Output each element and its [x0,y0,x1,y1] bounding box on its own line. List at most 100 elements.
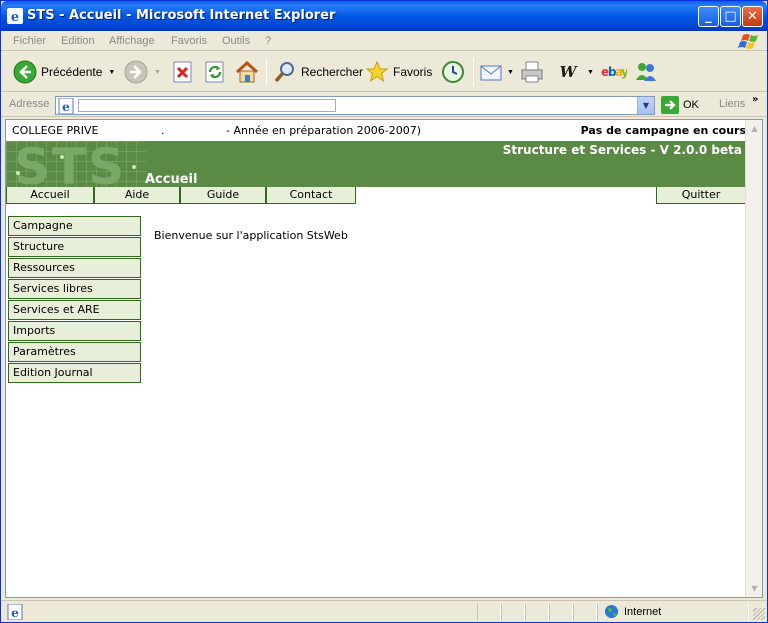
refresh-button[interactable] [204,57,226,87]
zone-label: Internet [624,605,662,618]
menu-outils[interactable]: Outils [222,35,250,47]
search-icon [274,62,294,83]
resize-grip-icon[interactable] [753,608,765,620]
favorites-button[interactable]: Favoris [365,57,432,87]
address-field[interactable]: e ▼ [55,96,655,115]
svg-text:e: e [11,606,19,620]
quit-button[interactable]: Quitter [656,187,746,204]
menu-fichier[interactable]: Fichier [13,35,46,47]
windows-logo-icon [738,34,758,49]
address-bar: Adresse e ▼ OK Liens » [1,93,767,117]
word-dropdown-icon[interactable]: ▼ [587,69,594,76]
header-banner: STS Structure et Services - V 2.0.0 beta… [6,141,746,187]
page-icon: e [58,98,74,114]
forward-dropdown-icon[interactable]: ▼ [154,69,161,76]
search-label: Rechercher [301,65,364,79]
app-version: Structure et Services - V 2.0.0 beta [502,143,742,157]
side-menu: Campagne Structure Ressources Services l… [8,216,141,384]
messenger-icon [636,63,656,81]
status-cell [477,603,501,621]
history-icon [442,61,464,83]
search-button[interactable]: Rechercher [273,57,363,87]
maximize-button[interactable]: □ [720,6,741,27]
svg-text:e: e [11,10,19,24]
banner-dot-decoration [132,165,136,169]
side-menu-imports[interactable]: Imports [8,321,141,341]
menu-help[interactable]: ? [265,35,271,47]
web-page: COLLEGE PRIVE . - Année en préparation 2… [6,120,746,597]
college-name: COLLEGE PRIVE [12,124,99,137]
print-button[interactable] [519,57,545,87]
banner-dot-decoration [60,155,64,159]
info-row: COLLEGE PRIVE . - Année en préparation 2… [6,120,746,140]
nav-contact[interactable]: Contact [266,187,356,204]
banner-dot-decoration [16,171,20,175]
home-icon [235,60,259,83]
welcome-message: Bienvenue sur l'application StsWeb [154,229,348,242]
address-label: Adresse [9,98,50,110]
nav-accueil[interactable]: Accueil [6,187,94,204]
top-nav: Accueil Aide Guide Contact Quitter [6,187,746,204]
mail-icon [480,65,502,81]
ebay-button[interactable]: e b a y [601,57,627,87]
svg-text:y: y [621,65,627,79]
side-menu-edition-journal[interactable]: Edition Journal [8,363,141,383]
minimize-button[interactable]: _ [698,6,719,27]
back-arrow-icon [13,60,37,84]
toolbar-separator [266,58,267,86]
mail-dropdown-icon[interactable]: ▼ [507,69,514,76]
back-label: Précédente [41,65,103,79]
go-label: OK [683,99,699,111]
window-title: STS - Accueil - Microsoft Internet Explo… [27,8,336,23]
status-cell [525,603,549,621]
history-button[interactable] [441,57,465,87]
go-arrow-icon [661,96,679,114]
sts-logo: STS [14,141,127,187]
messenger-button[interactable] [633,57,659,87]
svg-text:W: W [560,63,579,81]
nav-guide[interactable]: Guide [180,187,266,204]
word-button[interactable]: W ▼ [557,57,594,87]
mail-button[interactable]: ▼ [479,57,514,87]
close-button[interactable]: ✕ [742,6,763,27]
forward-button[interactable]: ▼ [124,57,161,87]
scroll-up-icon[interactable]: ▲ [747,121,762,136]
nav-aide[interactable]: Aide [94,187,180,204]
menu-affichage[interactable]: Affichage [109,35,155,47]
side-menu-structure[interactable]: Structure [8,237,141,257]
ebay-icon: e b a y [601,65,627,79]
security-zone: Internet [604,604,661,619]
refresh-icon [205,61,224,83]
content-viewport: COLLEGE PRIVE . - Année en préparation 2… [5,119,763,598]
favorites-label: Favoris [393,65,433,79]
vertical-scrollbar[interactable]: ▲ ▼ [745,120,762,597]
menu-edition[interactable]: Edition [61,35,95,47]
home-button[interactable] [234,57,260,87]
printer-icon [521,61,543,83]
go-button[interactable]: OK [661,96,699,114]
side-menu-services-libres[interactable]: Services libres [8,279,141,299]
links-chevron-icon[interactable]: » [752,94,758,105]
menu-favoris[interactable]: Favoris [171,35,207,47]
side-menu-campagne[interactable]: Campagne [8,216,141,236]
forward-arrow-icon [124,60,148,84]
status-cell [501,603,525,621]
scroll-down-icon[interactable]: ▼ [747,581,762,596]
side-menu-parametres[interactable]: Paramètres [8,342,141,362]
address-dropdown-icon[interactable]: ▼ [637,97,654,114]
back-dropdown-icon[interactable]: ▼ [108,69,115,76]
links-label[interactable]: Liens [719,98,745,110]
page-status-icon: e [7,604,23,620]
star-icon [365,60,389,83]
ie-logo-icon: e [7,8,23,24]
title-bar[interactable]: e STS - Accueil - Microsoft Internet Exp… [1,1,767,31]
status-cell [573,603,597,621]
stop-button[interactable] [172,57,194,87]
browser-window: e STS - Accueil - Microsoft Internet Exp… [0,0,768,623]
address-input[interactable] [78,99,336,112]
page-title: Accueil [145,172,198,187]
side-menu-ressources[interactable]: Ressources [8,258,141,278]
side-menu-services-are[interactable]: Services et ARE [8,300,141,320]
back-button[interactable]: Précédente ▼ [13,57,115,87]
campaign-status: Pas de campagne en cours [580,124,746,137]
